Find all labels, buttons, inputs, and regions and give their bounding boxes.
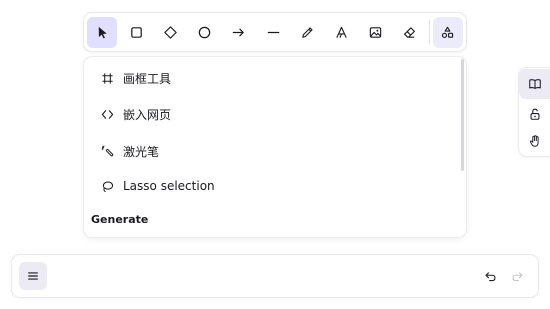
frame-icon <box>100 71 114 85</box>
line-icon <box>267 31 279 33</box>
diamond-tool-button[interactable] <box>155 17 185 48</box>
laser-icon <box>100 144 114 158</box>
image-icon <box>369 26 382 38</box>
lock-toggle-button[interactable] <box>519 99 550 129</box>
line-tool-button[interactable] <box>258 17 288 48</box>
image-tool-button[interactable] <box>360 17 390 48</box>
menu-scrollbar[interactable] <box>461 59 464 171</box>
embed-icon <box>100 107 114 121</box>
bottom-bar <box>12 255 538 297</box>
library-button[interactable] <box>519 69 550 99</box>
pointer-icon <box>98 26 107 38</box>
menu-item-frame-tool[interactable]: 画框工具 <box>84 62 454 94</box>
main-menu-button[interactable] <box>19 262 47 290</box>
menu-item-label: 激光笔 <box>123 144 160 159</box>
unlock-icon <box>530 108 539 120</box>
text-icon <box>336 26 347 38</box>
selection-tool-button[interactable] <box>87 16 118 48</box>
undo-icon <box>485 271 495 281</box>
lasso-icon <box>100 179 114 193</box>
undo-button[interactable] <box>481 267 499 285</box>
toolbar-divider <box>428 20 430 44</box>
diamond-icon <box>164 25 177 39</box>
rectangle-icon <box>131 26 142 38</box>
pencil-icon <box>301 26 313 38</box>
menu-item-label: 画框工具 <box>123 71 172 86</box>
redo-icon <box>512 271 522 281</box>
eraser-tool-button[interactable] <box>395 17 425 48</box>
side-panel <box>519 68 550 156</box>
menu-item-label: 嵌入网页 <box>123 107 172 122</box>
menu-item-lasso-selection[interactable]: Lasso selection <box>84 170 454 202</box>
hamburger-icon <box>28 272 38 280</box>
ellipse-tool-button[interactable] <box>190 17 220 48</box>
text-tool-button[interactable] <box>326 17 356 48</box>
draw-tool-button[interactable] <box>292 17 322 48</box>
redo-button[interactable] <box>508 267 526 285</box>
menu-item-label: Lasso selection <box>123 179 215 193</box>
menu-item-laser-pointer[interactable]: 激光笔 <box>84 135 454 167</box>
eraser-icon <box>404 26 416 38</box>
book-icon <box>528 79 541 89</box>
arrow-icon <box>233 28 245 36</box>
hand-icon <box>529 135 539 147</box>
arrow-tool-button[interactable] <box>224 17 254 48</box>
shape-toolbar <box>84 13 466 51</box>
hand-tool-button[interactable] <box>519 126 550 156</box>
shapes-icon <box>442 26 454 38</box>
ellipse-icon <box>198 26 211 38</box>
extra-tools-menu: 画框工具 嵌入网页 激光笔 Lasso selection Generate <box>84 57 466 237</box>
more-tools-button[interactable] <box>432 16 463 48</box>
menu-section-heading: Generate <box>91 213 149 226</box>
menu-item-embed-webpage[interactable]: 嵌入网页 <box>84 98 454 130</box>
rectangle-tool-button[interactable] <box>121 17 151 48</box>
